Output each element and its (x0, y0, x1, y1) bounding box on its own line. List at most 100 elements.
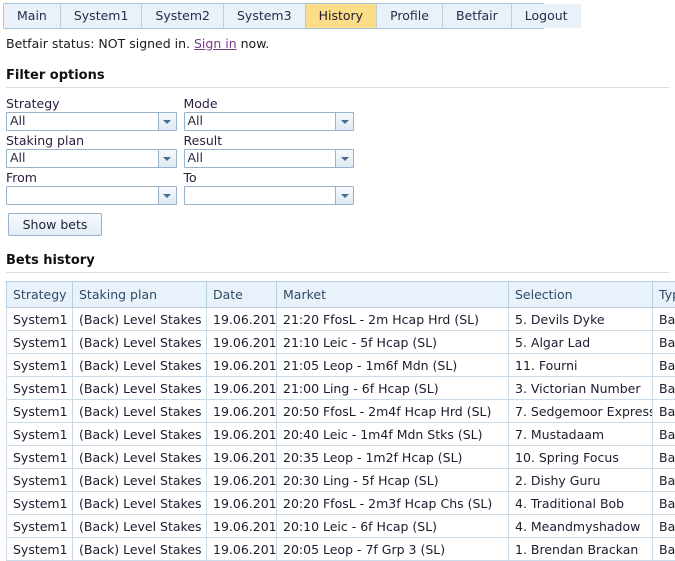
cell-type: Back (653, 400, 675, 423)
filter-select-result[interactable]: All (184, 149, 355, 168)
filter-value-from[interactable] (7, 187, 158, 204)
cell-selection: 1. Brendan Brackan (509, 538, 653, 561)
cell-date: 19.06.2014 (207, 538, 277, 561)
cell-type: Back (653, 423, 675, 446)
cell-staking-plan: (Back) Level Stakes (73, 492, 207, 515)
bets-table-head: StrategyStaking planDateMarketSelectionT… (7, 282, 675, 308)
table-row[interactable]: System1(Back) Level Stakes19.06.201420:5… (7, 400, 675, 423)
cell-strategy: System1 (7, 492, 73, 515)
bets-history-heading: Bets history (6, 253, 675, 268)
filter-value-result[interactable]: All (185, 150, 336, 167)
table-row[interactable]: System1(Back) Level Stakes19.06.201421:0… (7, 354, 675, 377)
sign-in-link[interactable]: Sign in (194, 36, 237, 51)
cell-selection: 7. Mustadaam (509, 423, 653, 446)
cell-selection: 3. Victorian Number (509, 377, 653, 400)
chevron-down-icon[interactable] (335, 187, 353, 204)
filter-label-mode: Mode (184, 97, 355, 111)
table-row[interactable]: System1(Back) Level Stakes19.06.201421:2… (7, 308, 675, 331)
table-row[interactable]: System1(Back) Level Stakes19.06.201420:2… (7, 492, 675, 515)
show-bets-button[interactable]: Show bets (8, 213, 102, 236)
tab-logout[interactable]: Logout (512, 4, 581, 28)
filter-field-staking-plan: Staking plan All (6, 134, 177, 168)
table-row[interactable]: System1(Back) Level Stakes19.06.201420:1… (7, 515, 675, 538)
column-header-date[interactable]: Date (207, 282, 277, 308)
table-row[interactable]: System1(Back) Level Stakes19.06.201420:0… (7, 538, 675, 561)
cell-date: 19.06.2014 (207, 469, 277, 492)
cell-market: 21:20 FfosL - 2m Hcap Hrd (SL) (277, 308, 509, 331)
cell-type: Back (653, 538, 675, 561)
betfair-status-suffix: now. (241, 36, 270, 51)
filter-row: Staking planAllResultAll (6, 134, 354, 168)
table-row[interactable]: System1(Back) Level Stakes19.06.201421:0… (7, 377, 675, 400)
cell-market: 21:00 Ling - 6f Hcap (SL) (277, 377, 509, 400)
cell-type: Back (653, 331, 675, 354)
tab-main[interactable]: Main (4, 4, 61, 28)
cell-date: 19.06.2014 (207, 423, 277, 446)
filter-select-staking-plan[interactable]: All (6, 149, 177, 168)
tab-system2[interactable]: System2 (142, 4, 224, 28)
cell-type: Back (653, 515, 675, 538)
tab-system3[interactable]: System3 (224, 4, 306, 28)
cell-type: Back (653, 492, 675, 515)
table-row[interactable]: System1(Back) Level Stakes19.06.201420:3… (7, 469, 675, 492)
chevron-down-icon[interactable] (335, 113, 353, 130)
filter-options-heading: Filter options (6, 68, 675, 83)
cell-strategy: System1 (7, 331, 73, 354)
cell-staking-plan: (Back) Level Stakes (73, 423, 207, 446)
cell-staking-plan: (Back) Level Stakes (73, 469, 207, 492)
tab-profile[interactable]: Profile (377, 4, 443, 28)
filter-field-to: To (184, 171, 355, 205)
filter-select-to[interactable] (184, 186, 355, 205)
filter-select-strategy[interactable]: All (6, 112, 177, 131)
column-header-market[interactable]: Market (277, 282, 509, 308)
cell-type: Back (653, 469, 675, 492)
cell-staking-plan: (Back) Level Stakes (73, 354, 207, 377)
betfair-status-text: Betfair status: NOT signed in. (6, 36, 190, 51)
cell-strategy: System1 (7, 400, 73, 423)
filter-value-strategy[interactable]: All (7, 113, 158, 130)
tab-history[interactable]: History (306, 4, 377, 28)
cell-staking-plan: (Back) Level Stakes (73, 308, 207, 331)
cell-market: 20:35 Leop - 1m2f Hcap (SL) (277, 446, 509, 469)
table-row[interactable]: System1(Back) Level Stakes19.06.201421:1… (7, 331, 675, 354)
column-header-type[interactable]: Type (653, 282, 675, 308)
cell-strategy: System1 (7, 469, 73, 492)
filter-label-from: From (6, 171, 177, 185)
filter-value-staking-plan[interactable]: All (7, 150, 158, 167)
cell-selection: 4. Traditional Bob (509, 492, 653, 515)
cell-market: 21:05 Leop - 1m6f Mdn (SL) (277, 354, 509, 377)
caret-glyph (341, 194, 349, 198)
filter-select-mode[interactable]: All (184, 112, 355, 131)
cell-market: 20:05 Leop - 7f Grp 3 (SL) (277, 538, 509, 561)
filter-label-staking-plan: Staking plan (6, 134, 177, 148)
cell-selection: 5. Devils Dyke (509, 308, 653, 331)
cell-selection: 5. Algar Lad (509, 331, 653, 354)
chevron-down-icon[interactable] (158, 150, 176, 167)
bets-table-header-row: StrategyStaking planDateMarketSelectionT… (7, 282, 675, 308)
cell-selection: 10. Spring Focus (509, 446, 653, 469)
cell-selection: 11. Fourni (509, 354, 653, 377)
cell-strategy: System1 (7, 308, 73, 331)
column-header-strategy[interactable]: Strategy (7, 282, 73, 308)
filter-row: Strategy All Mode All (6, 97, 354, 131)
table-row[interactable]: System1(Back) Level Stakes19.06.201420:3… (7, 446, 675, 469)
filter-field-result: ResultAll (184, 134, 355, 168)
column-header-selection[interactable]: Selection (509, 282, 653, 308)
cell-staking-plan: (Back) Level Stakes (73, 377, 207, 400)
filter-value-mode[interactable]: All (185, 113, 336, 130)
bets-history-divider (6, 272, 669, 273)
cell-staking-plan: (Back) Level Stakes (73, 400, 207, 423)
cell-date: 19.06.2014 (207, 400, 277, 423)
tab-system1[interactable]: System1 (61, 4, 143, 28)
tab-betfair[interactable]: Betfair (443, 4, 512, 28)
filter-label-strategy: Strategy (6, 97, 177, 111)
cell-selection: 7. Sedgemoor Express (509, 400, 653, 423)
chevron-down-icon[interactable] (158, 113, 176, 130)
table-row[interactable]: System1(Back) Level Stakes19.06.201420:4… (7, 423, 675, 446)
filter-value-to[interactable] (185, 187, 336, 204)
filter-select-from[interactable] (6, 186, 177, 205)
chevron-down-icon[interactable] (335, 150, 353, 167)
chevron-down-icon[interactable] (158, 187, 176, 204)
column-header-staking-plan[interactable]: Staking plan (73, 282, 207, 308)
cell-strategy: System1 (7, 446, 73, 469)
